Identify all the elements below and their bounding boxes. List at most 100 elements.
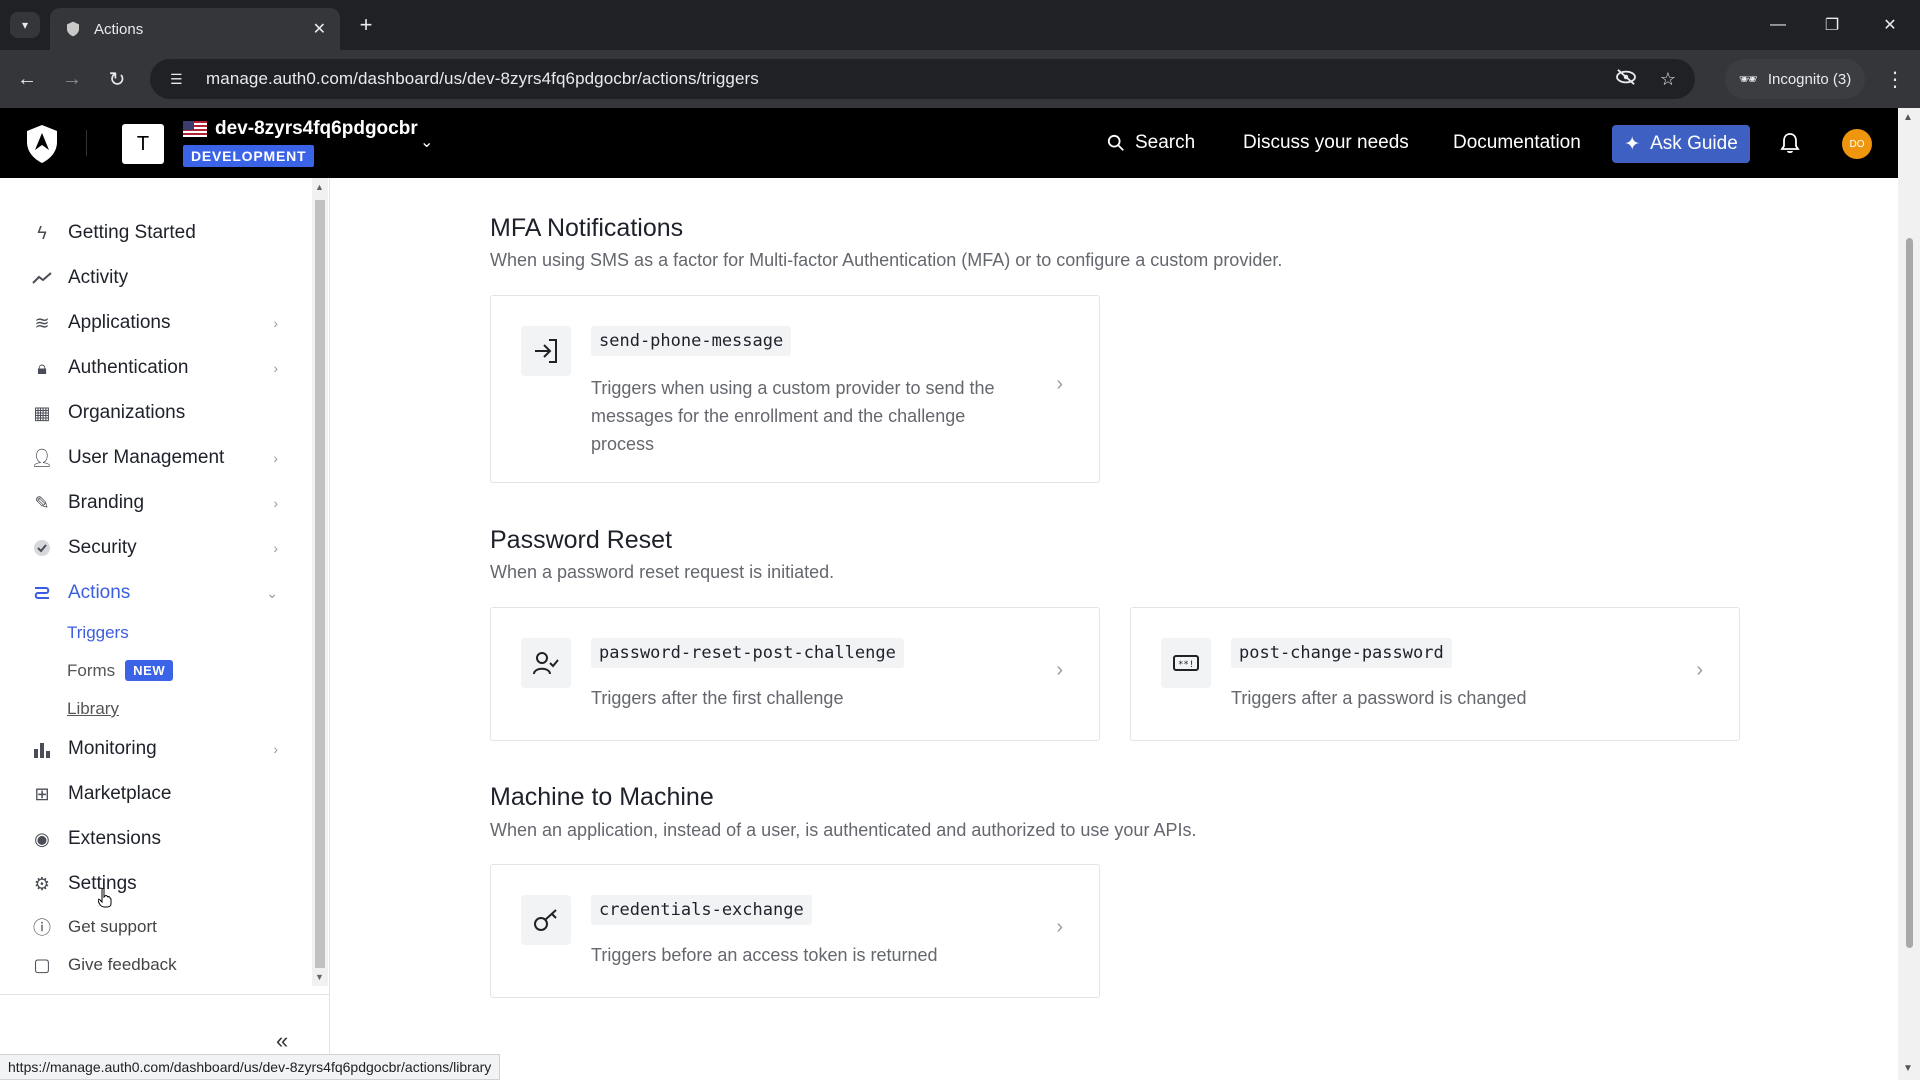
restore-icon[interactable]: ❐ (1812, 10, 1852, 40)
sidebar-item-getting-started[interactable]: ϟ Getting Started (28, 222, 278, 244)
collapse-sidebar-icon[interactable]: « (276, 1028, 288, 1054)
get-support-label: Get support (68, 917, 157, 936)
sidebar-divider (0, 994, 330, 995)
trigger-card-send-phone-message[interactable]: send-phone-message Triggers when using a… (490, 295, 1100, 483)
brush-icon: ✎ (34, 492, 50, 513)
close-window-icon[interactable]: ✕ (1870, 10, 1910, 40)
lock-icon: 🔒︎ (37, 357, 47, 378)
sidebar-item-marketplace[interactable]: ⊞ Marketplace (28, 783, 278, 805)
search-icon (1107, 134, 1124, 151)
mouse-cursor-icon (98, 888, 112, 908)
page-scrollbar[interactable]: ▲ ▼ (1898, 108, 1920, 1080)
browser-menu-icon[interactable]: ⋮ (1880, 64, 1910, 94)
chevron-right-icon: › (1056, 916, 1063, 938)
building-icon: ▦ (33, 402, 51, 423)
trigger-desc: Triggers after a password is changed (1231, 688, 1527, 708)
help-circle-icon: ⓘ (33, 918, 51, 938)
sidebar-subitem-library[interactable]: Library (67, 699, 119, 719)
chevron-right-icon: › (273, 450, 278, 466)
header-divider (86, 130, 87, 156)
discuss-needs-link[interactable]: Discuss your needs (1243, 132, 1409, 154)
tab-search-button[interactable]: ▾ (10, 12, 40, 38)
sidebar-item-activity[interactable]: Activity (28, 267, 278, 289)
tenant-selector[interactable]: dev-8zyrs4fq6pdgocbr (183, 118, 418, 140)
incognito-icon: 🕶 (1738, 71, 1758, 88)
sidebar-item-label: Monitoring (68, 738, 157, 759)
give-feedback-link[interactable]: ▢ Give feedback (28, 954, 278, 976)
sidebar-subitem-triggers[interactable]: Triggers (67, 623, 129, 643)
sidebar-item-settings[interactable]: ⚙ Settings (28, 873, 278, 895)
search-label: Search (1135, 132, 1196, 153)
site-info-icon[interactable]: ☰ (170, 71, 190, 88)
sidebar-item-branding[interactable]: ✎ Branding › (28, 492, 278, 514)
sidebar-item-label: Activity (68, 267, 129, 288)
sidebar-item-security[interactable]: Security › (28, 537, 278, 559)
sidebar-subitem-forms[interactable]: Forms NEW (67, 660, 174, 681)
eye-off-icon[interactable] (1611, 68, 1641, 91)
sidebar-item-applications[interactable]: ≋ Applications › (28, 312, 278, 334)
sidebar-scroll-up-icon[interactable]: ▲ (315, 182, 324, 192)
browser-tab[interactable]: Actions ✕ (50, 8, 340, 50)
actions-icon (28, 582, 56, 604)
url-text: manage.auth0.com/dashboard/us/dev-8zyrs4… (206, 69, 759, 88)
sidebar-item-label: Actions (68, 582, 131, 603)
sidebar-item-organizations[interactable]: ▦ Organizations (28, 402, 278, 424)
new-tab-button[interactable]: + (352, 12, 380, 38)
ask-guide-button[interactable]: ✦ Ask Guide (1612, 125, 1750, 163)
key-icon (521, 895, 571, 945)
tenant-name: dev-8zyrs4fq6pdgocbr (215, 118, 418, 139)
documentation-link[interactable]: Documentation (1453, 132, 1581, 154)
trigger-name: post-change-password (1231, 638, 1452, 668)
chevron-down-icon[interactable]: ⌄ (420, 132, 433, 152)
activity-icon (28, 267, 56, 289)
bar-chart-icon (28, 738, 56, 760)
address-bar[interactable]: ☰ manage.auth0.com/dashboard/us/dev-8zyr… (150, 59, 1695, 99)
trigger-name: credentials-exchange (591, 895, 812, 925)
minimize-icon[interactable]: — (1758, 10, 1798, 40)
search-button[interactable]: Search (1107, 132, 1195, 154)
chevron-right-icon: › (273, 360, 278, 376)
incognito-indicator[interactable]: 🕶 Incognito (3) (1725, 59, 1865, 99)
tenant-avatar[interactable]: T (122, 124, 164, 164)
close-tab-icon[interactable]: ✕ (313, 19, 326, 39)
back-icon[interactable]: ← (12, 64, 42, 94)
chevron-down-icon: ⌄ (266, 584, 278, 601)
auth0-favicon-icon (64, 20, 82, 38)
sidebar-scrollbar[interactable]: ▲ ▼ (312, 178, 328, 986)
section-desc-mfa: When using SMS as a factor for Multi-fac… (490, 250, 1283, 270)
sidebar: ϟ Getting Started Activity ≋ Application… (0, 178, 330, 1080)
user-avatar[interactable]: DO (1842, 129, 1872, 159)
sidebar-scrollbar-thumb[interactable] (315, 200, 325, 968)
section-desc-m2m: When an application, instead of a user, … (490, 820, 1197, 840)
chevron-right-icon: › (1056, 373, 1063, 395)
reload-icon[interactable]: ↻ (102, 64, 132, 94)
auth0-logo-icon[interactable] (24, 124, 60, 164)
gear-icon: ⚙ (33, 873, 51, 894)
sidebar-item-extensions[interactable]: ◉ Extensions (28, 828, 278, 850)
section-title-password-reset: Password Reset (490, 526, 673, 554)
scroll-up-arrow-icon[interactable]: ▲ (1903, 112, 1913, 123)
ask-guide-label: Ask Guide (1650, 133, 1738, 154)
section-title-mfa: MFA Notifications (490, 214, 684, 242)
get-support-link[interactable]: ⓘ Get support (28, 916, 278, 938)
trigger-card-credentials-exchange[interactable]: credentials-exchange Triggers before an … (490, 864, 1100, 998)
page-scrollbar-thumb[interactable] (1906, 238, 1913, 948)
sidebar-item-monitoring[interactable]: Monitoring › (28, 738, 278, 760)
trigger-card-password-reset-post-challenge[interactable]: password-reset-post-challenge Triggers a… (490, 607, 1100, 741)
trigger-card-post-change-password[interactable]: **! post-change-password Triggers after … (1130, 607, 1740, 741)
chevron-right-icon: › (273, 315, 278, 331)
chevron-right-icon: › (273, 495, 278, 511)
trigger-desc: Triggers when using a custom provider to… (591, 378, 995, 454)
sidebar-item-authentication[interactable]: 🔒︎ Authentication › (28, 357, 278, 379)
bookmark-star-icon[interactable]: ☆ (1653, 69, 1683, 90)
sidebar-item-label: Getting Started (68, 222, 196, 243)
forward-icon[interactable]: → (57, 64, 87, 94)
sidebar-item-user-management[interactable]: 👤︎ User Management › (28, 447, 278, 469)
sidebar-item-actions[interactable]: Actions ⌄ (28, 582, 278, 604)
chevron-right-icon: › (1696, 659, 1703, 681)
trigger-name: send-phone-message (591, 326, 792, 356)
section-title-m2m: Machine to Machine (490, 783, 714, 811)
scroll-down-arrow-icon[interactable]: ▼ (1903, 1063, 1913, 1074)
notifications-bell-icon[interactable] (1780, 132, 1800, 160)
sidebar-scroll-down-icon[interactable]: ▼ (315, 972, 324, 982)
